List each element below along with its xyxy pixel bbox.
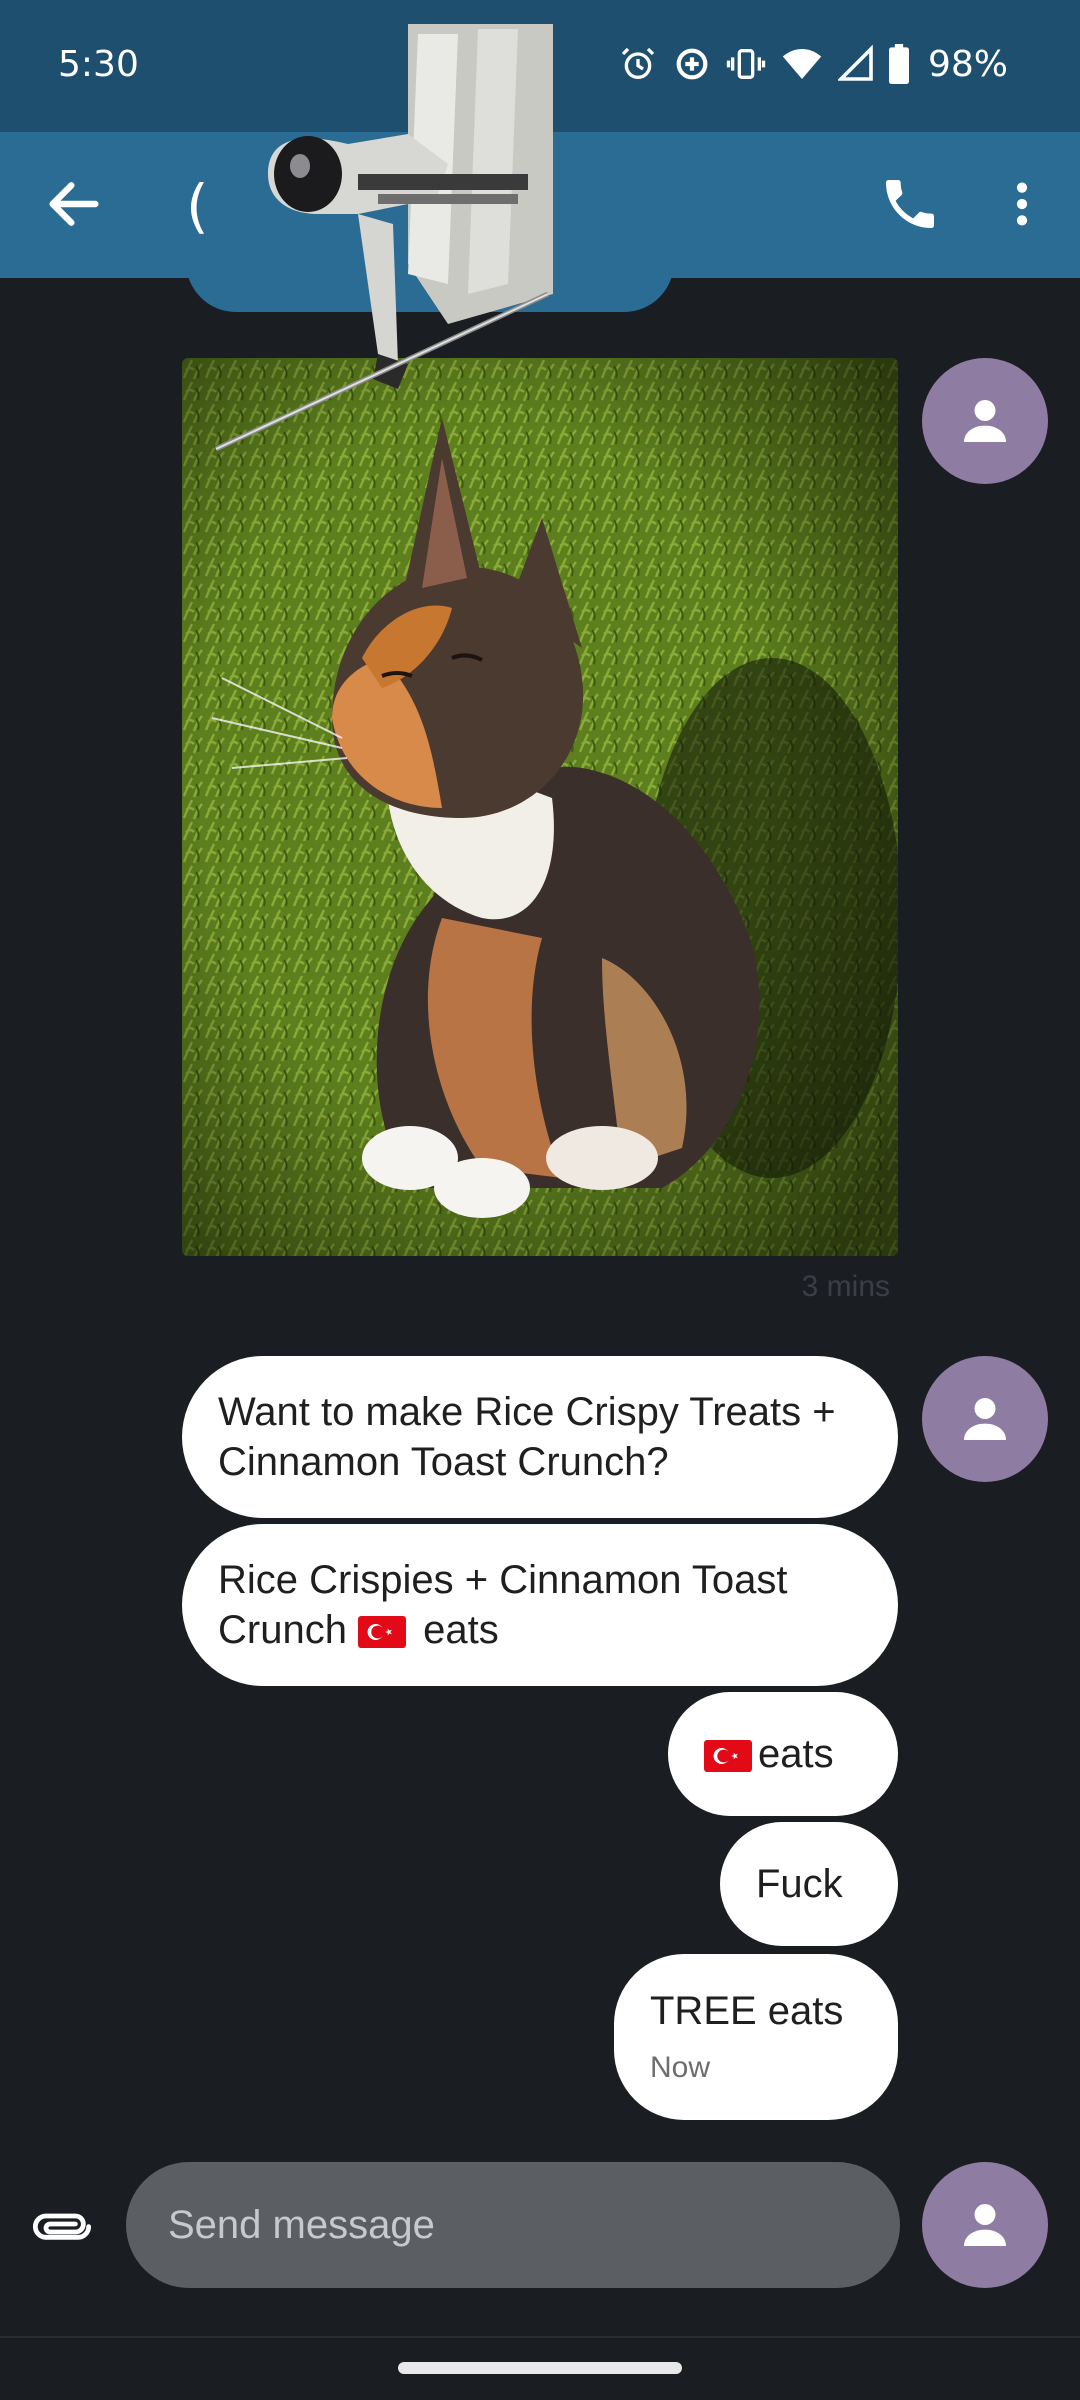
cat-photo-illustration [182,358,898,1256]
message-text: Cinnamon Toast Crunch? [218,1440,669,1484]
message-text: TREE eats [650,1989,844,2033]
conversation-title: ( [186,172,209,240]
person-icon [964,1398,1006,1440]
message-text-line: Crunch eats [218,1605,862,1655]
message-text-line: eats [704,1729,862,1779]
message-bubble[interactable]: Fuck [720,1822,898,1946]
battery-percentage: 98% [927,43,1008,85]
message-text: eats [412,1608,499,1652]
avatar[interactable] [922,358,1048,484]
gesture-nav-handle[interactable] [398,2362,682,2374]
alarm-icon [621,47,655,79]
person-icon [964,2204,1006,2246]
message-bubble[interactable]: Want to make Rice Crispy Treats + Cinnam… [182,1356,898,1518]
wifi-icon [782,49,822,79]
cat-photo[interactable] [182,358,898,1256]
turkey-flag-icon [358,1616,407,1648]
message-text: Crunch [218,1608,359,1652]
avatar[interactable] [922,2162,1048,2288]
person-icon [964,400,1006,442]
data-saver-icon [676,48,708,80]
message-bubble[interactable]: Rice Crispies + Cinnamon Toast Crunch ea… [182,1524,898,1686]
photo-timestamp: 3 mins [801,1270,890,1303]
message-timestamp: Now [650,2051,711,2084]
nav-divider [0,2336,1080,2338]
message-text: Want to make Rice Crispy Treats + [218,1390,836,1434]
arrow-back-icon[interactable] [42,172,106,236]
status-time: 5:30 [58,44,139,85]
message-text: Fuck [756,1862,843,1906]
attachment-icon[interactable] [30,2196,94,2260]
phone-icon[interactable] [878,172,942,236]
astronaut-sticker [214,24,553,452]
message-text: eats [758,1732,834,1776]
more-vert-icon[interactable] [994,172,1050,236]
message-bubble[interactable]: eats [668,1692,898,1816]
signal-icon [837,44,873,81]
avatar[interactable] [922,1356,1048,1482]
message-input[interactable] [126,2162,900,2288]
message-bubble[interactable]: TREE eats Now [614,1954,898,2120]
status-icons: 98% [618,40,1008,88]
turkey-flag-icon [704,1740,752,1772]
battery-icon [888,44,909,84]
message-text: Rice Crispies + Cinnamon Toast [218,1558,788,1602]
vibrate-icon [726,49,766,79]
